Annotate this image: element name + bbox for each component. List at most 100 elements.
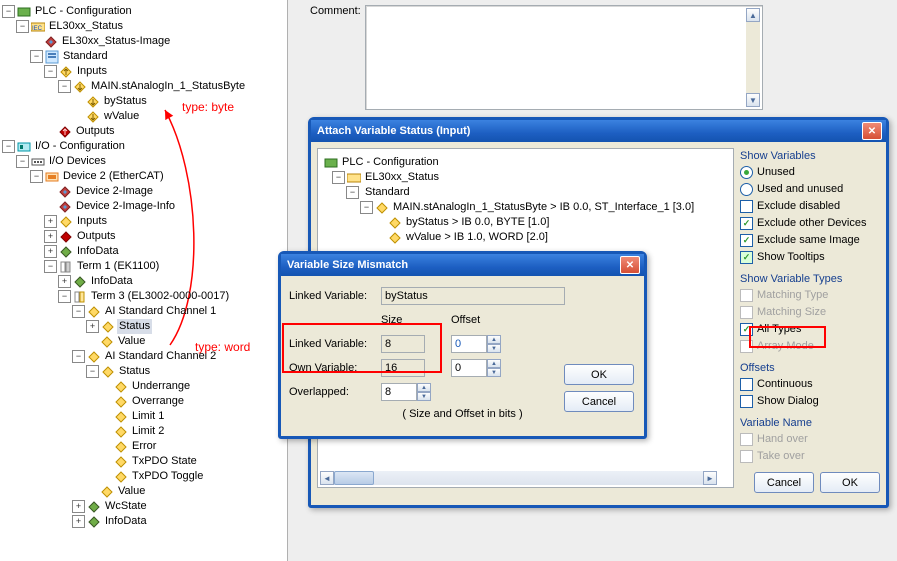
ok-button[interactable]: OK: [564, 364, 634, 385]
scrollbar-horizontal[interactable]: ◄ ►: [320, 471, 717, 485]
close-button[interactable]: ✕: [620, 256, 640, 274]
tree-item-limit2[interactable]: Limit 2: [2, 424, 285, 439]
radio-unused[interactable]: Unused: [740, 164, 880, 180]
tree-item-standard[interactable]: −Standard: [2, 49, 285, 64]
tree-item-ai-ch1[interactable]: −AI Standard Channel 1: [2, 304, 285, 319]
expand-icon[interactable]: +: [44, 230, 57, 243]
tree-item-outputs2[interactable]: +Outputs: [2, 229, 285, 244]
collapse-icon[interactable]: −: [16, 20, 29, 33]
spinner[interactable]: ▲▼: [487, 335, 501, 353]
tree-item-value[interactable]: Value: [2, 334, 285, 349]
group-show-variable-types: Show Variable Types: [740, 273, 880, 285]
collapse-icon[interactable]: −: [72, 305, 85, 318]
radio-used-unused[interactable]: Used and unused: [740, 181, 880, 197]
var-in-icon: [375, 201, 389, 215]
check-exclude-disabled[interactable]: Exclude disabled: [740, 198, 880, 214]
tree-item-limit1[interactable]: Limit 1: [2, 409, 285, 424]
spinner[interactable]: ▲▼: [417, 383, 431, 401]
tree-item[interactable]: wValue > IB 1.0, WORD [2.0]: [324, 230, 727, 245]
tree-item-wcstate[interactable]: +WcState: [2, 499, 285, 514]
tree-item-value2[interactable]: Value: [2, 484, 285, 499]
tree-item-plc-config[interactable]: −PLC - Configuration: [2, 4, 285, 19]
collapse-icon[interactable]: −: [72, 350, 85, 363]
expand-icon[interactable]: +: [86, 320, 99, 333]
tree-item[interactable]: −EL30xx_Status: [324, 170, 727, 185]
tree-item-io-config[interactable]: −I/O - Configuration: [2, 139, 285, 154]
overlapped-input[interactable]: 8: [381, 383, 417, 401]
expand-icon[interactable]: +: [44, 245, 57, 258]
tree-item-term1[interactable]: −Term 1 (EK1100): [2, 259, 285, 274]
inputs-icon: [59, 215, 73, 229]
tree-item-outputs[interactable]: Outputs: [2, 124, 285, 139]
dialog-titlebar[interactable]: Attach Variable Status (Input) ✕: [311, 120, 886, 142]
dialog-titlebar[interactable]: Variable Size Mismatch ✕: [281, 254, 644, 276]
scroll-up-icon[interactable]: ▲: [746, 8, 760, 22]
collapse-icon[interactable]: −: [2, 5, 15, 18]
collapse-icon[interactable]: −: [44, 65, 57, 78]
check-all-types[interactable]: All Types: [740, 321, 880, 337]
scroll-down-icon[interactable]: ▼: [746, 93, 760, 107]
tree-item-device2-image[interactable]: Device 2-Image: [2, 184, 285, 199]
collapse-icon[interactable]: −: [30, 50, 43, 63]
check-tooltips[interactable]: Show Tooltips: [740, 249, 880, 265]
scroll-right-icon[interactable]: ►: [703, 471, 717, 485]
collapse-icon[interactable]: −: [332, 171, 345, 184]
tree-item[interactable]: −MAIN.stAnalogIn_1_StatusByte > IB 0.0, …: [324, 200, 727, 215]
scrollbar-thumb[interactable]: [334, 471, 374, 485]
tree-item-underrange[interactable]: Underrange: [2, 379, 285, 394]
collapse-icon[interactable]: −: [58, 290, 71, 303]
tree-item-wvalue[interactable]: wValue: [2, 109, 285, 124]
tree-item-status-image[interactable]: EL30xx_Status-Image: [2, 34, 285, 49]
tree-item-status2[interactable]: −Status: [2, 364, 285, 379]
tree-item-error[interactable]: Error: [2, 439, 285, 454]
tree-item-inputs2[interactable]: +Inputs: [2, 214, 285, 229]
tree-item-status[interactable]: +Status: [2, 319, 285, 334]
collapse-icon[interactable]: −: [44, 260, 57, 273]
scrollbar-vertical[interactable]: ▲ ▼: [746, 8, 760, 107]
tree-item-infodata3[interactable]: +InfoData: [2, 514, 285, 529]
tree-item[interactable]: byStatus > IB 0.0, BYTE [1.0]: [324, 215, 727, 230]
collapse-icon[interactable]: −: [30, 170, 43, 183]
linked-offset-input[interactable]: 0: [451, 335, 487, 353]
collapse-icon[interactable]: −: [2, 140, 15, 153]
tree-item-infodata[interactable]: +InfoData: [2, 244, 285, 259]
cancel-button[interactable]: Cancel: [564, 391, 634, 412]
scroll-left-icon[interactable]: ◄: [320, 471, 334, 485]
expand-icon[interactable]: +: [58, 275, 71, 288]
ok-button[interactable]: OK: [820, 472, 880, 493]
tree-item-txpdo-state[interactable]: TxPDO State: [2, 454, 285, 469]
collapse-icon[interactable]: −: [58, 80, 71, 93]
collapse-icon[interactable]: −: [360, 201, 373, 214]
tree-item[interactable]: −Standard: [324, 185, 727, 200]
tree-item-txpdo-toggle[interactable]: TxPDO Toggle: [2, 469, 285, 484]
tree-item-infodata2[interactable]: +InfoData: [2, 274, 285, 289]
tree-item-inputs[interactable]: −Inputs: [2, 64, 285, 79]
own-offset-input[interactable]: 0: [451, 359, 487, 377]
tree-item-overrange[interactable]: Overrange: [2, 394, 285, 409]
expand-icon[interactable]: +: [72, 515, 85, 528]
collapse-icon[interactable]: −: [346, 186, 359, 199]
tree-item-device2[interactable]: −Device 2 (EtherCAT): [2, 169, 285, 184]
expand-icon[interactable]: +: [44, 215, 57, 228]
expand-icon[interactable]: +: [72, 500, 85, 513]
tree-item-device2-image-info[interactable]: Device 2-Image-Info: [2, 199, 285, 214]
tree-item-io-devices[interactable]: −I/O Devices: [2, 154, 285, 169]
check-exclude-other[interactable]: Exclude other Devices: [740, 215, 880, 231]
cancel-button[interactable]: Cancel: [754, 472, 814, 493]
size-header: Size: [381, 314, 451, 326]
close-button[interactable]: ✕: [862, 122, 882, 140]
tree-item-ai-ch2[interactable]: −AI Standard Channel 2: [2, 349, 285, 364]
check-show-dialog[interactable]: Show Dialog: [740, 393, 880, 409]
tree-item-term3[interactable]: −Term 3 (EL3002-0000-0017): [2, 289, 285, 304]
collapse-icon[interactable]: −: [16, 155, 29, 168]
tree-item-main-statusbyte[interactable]: −MAIN.stAnalogIn_1_StatusByte: [2, 79, 285, 94]
collapse-icon[interactable]: −: [86, 365, 99, 378]
check-continuous[interactable]: Continuous: [740, 376, 880, 392]
comment-textarea[interactable]: ▲ ▼: [365, 5, 763, 110]
check-exclude-same[interactable]: Exclude same Image: [740, 232, 880, 248]
tree-item[interactable]: PLC - Configuration: [324, 155, 727, 170]
tree-item-el30xx-status[interactable]: −IECEL30xx_Status: [2, 19, 285, 34]
checkbox-icon: [740, 450, 753, 463]
spinner[interactable]: ▲▼: [487, 359, 501, 377]
tree-item-bystatus[interactable]: byStatus: [2, 94, 285, 109]
